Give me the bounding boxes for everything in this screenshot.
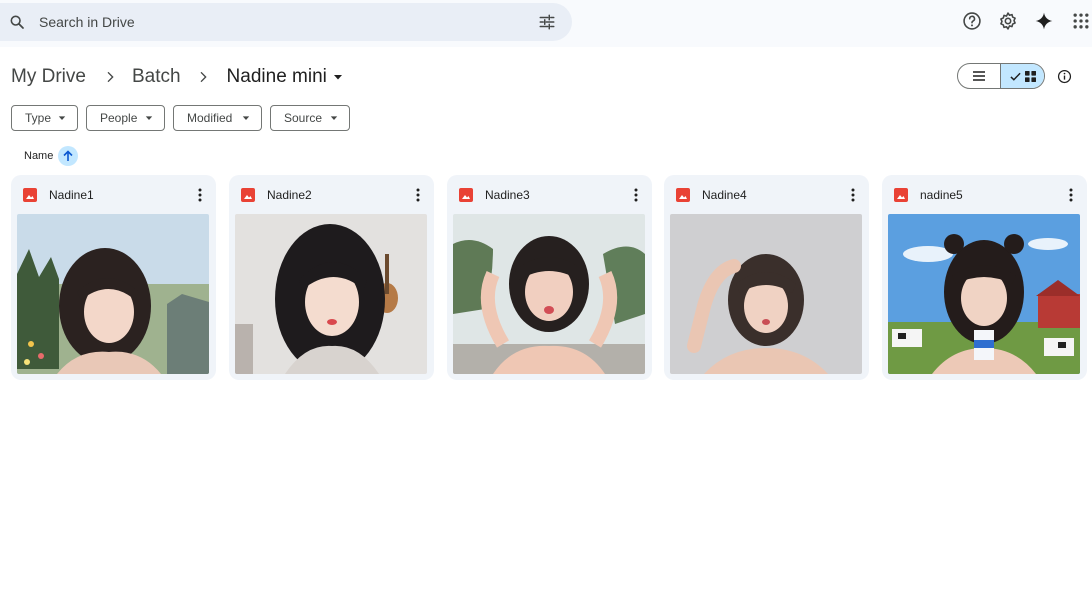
- file-thumbnail[interactable]: [670, 214, 862, 374]
- file-name[interactable]: Nadine2: [267, 188, 312, 202]
- chevron-right-icon: [200, 71, 207, 83]
- file-name[interactable]: Nadine3: [485, 188, 530, 202]
- caret-down-icon: [145, 116, 153, 120]
- filter-people-chip[interactable]: People: [86, 105, 165, 131]
- breadcrumb-my-drive[interactable]: My Drive: [11, 66, 86, 88]
- file-name[interactable]: nadine5: [920, 188, 963, 202]
- file-card[interactable]: Nadine2: [229, 175, 434, 380]
- portrait-image: [17, 214, 209, 374]
- more-vert-icon[interactable]: [411, 187, 425, 203]
- search-input[interactable]: Search in Drive: [39, 14, 135, 30]
- filter-type-chip[interactable]: Type: [11, 105, 78, 131]
- file-card[interactable]: nadine5: [882, 175, 1087, 380]
- image-file-icon: [676, 188, 690, 202]
- list-icon: [973, 71, 985, 81]
- list-view-button[interactable]: [958, 64, 1001, 88]
- more-vert-icon[interactable]: [1064, 187, 1078, 203]
- view-toggle: [957, 63, 1045, 89]
- filter-modified-chip[interactable]: Modified: [173, 105, 262, 131]
- filter-label: Type: [25, 111, 52, 125]
- search-bar[interactable]: Search in Drive: [0, 3, 572, 41]
- settings-icon[interactable]: [998, 11, 1018, 31]
- caret-down-icon: [330, 116, 338, 120]
- filter-label: Source: [284, 111, 323, 125]
- file-thumbnail[interactable]: [453, 214, 645, 374]
- check-icon: [1009, 72, 1021, 81]
- breadcrumb-batch[interactable]: Batch: [132, 66, 181, 88]
- breadcrumb: My Drive Batch Nadine mini: [11, 64, 343, 90]
- portrait-image: [888, 214, 1080, 374]
- grid-view-button[interactable]: [1001, 64, 1044, 88]
- filter-bar: Type People Modified Source: [11, 105, 358, 131]
- sort-label[interactable]: Name: [24, 150, 53, 162]
- caret-down-icon: [242, 116, 250, 120]
- portrait-image: [670, 214, 862, 374]
- file-thumbnail[interactable]: [888, 214, 1080, 374]
- file-thumbnail[interactable]: [235, 214, 427, 374]
- gemini-icon[interactable]: [1034, 11, 1054, 31]
- image-file-icon: [459, 188, 473, 202]
- caret-down-icon[interactable]: [333, 72, 343, 82]
- file-card[interactable]: Nadine4: [664, 175, 869, 380]
- more-vert-icon[interactable]: [193, 187, 207, 203]
- image-file-icon: [23, 188, 37, 202]
- arrow-up-icon: [63, 150, 73, 161]
- help-icon[interactable]: [962, 11, 982, 31]
- filter-label: People: [100, 111, 138, 125]
- search-icon[interactable]: [9, 14, 25, 30]
- more-vert-icon[interactable]: [846, 187, 860, 203]
- image-file-icon: [241, 188, 255, 202]
- more-vert-icon[interactable]: [629, 187, 643, 203]
- breadcrumb-current-folder[interactable]: Nadine mini: [227, 66, 327, 88]
- caret-down-icon: [58, 116, 66, 120]
- info-icon[interactable]: [1057, 69, 1072, 84]
- file-name[interactable]: Nadine4: [702, 188, 747, 202]
- file-card[interactable]: Nadine1: [11, 175, 216, 380]
- image-file-icon: [894, 188, 908, 202]
- chevron-right-icon: [107, 71, 114, 83]
- top-bar: Search in Drive: [0, 0, 1092, 47]
- sort-control[interactable]: Name: [24, 146, 79, 166]
- file-name[interactable]: Nadine1: [49, 188, 94, 202]
- filter-source-chip[interactable]: Source: [270, 105, 350, 131]
- search-options-icon[interactable]: [538, 13, 556, 31]
- file-thumbnail[interactable]: [17, 214, 209, 374]
- file-card[interactable]: Nadine3: [447, 175, 652, 380]
- apps-icon[interactable]: [1071, 11, 1091, 31]
- portrait-image: [453, 214, 645, 374]
- portrait-image: [235, 214, 427, 374]
- filter-label: Modified: [187, 111, 233, 125]
- sort-direction-button[interactable]: [58, 146, 79, 166]
- grid-icon: [1024, 70, 1036, 82]
